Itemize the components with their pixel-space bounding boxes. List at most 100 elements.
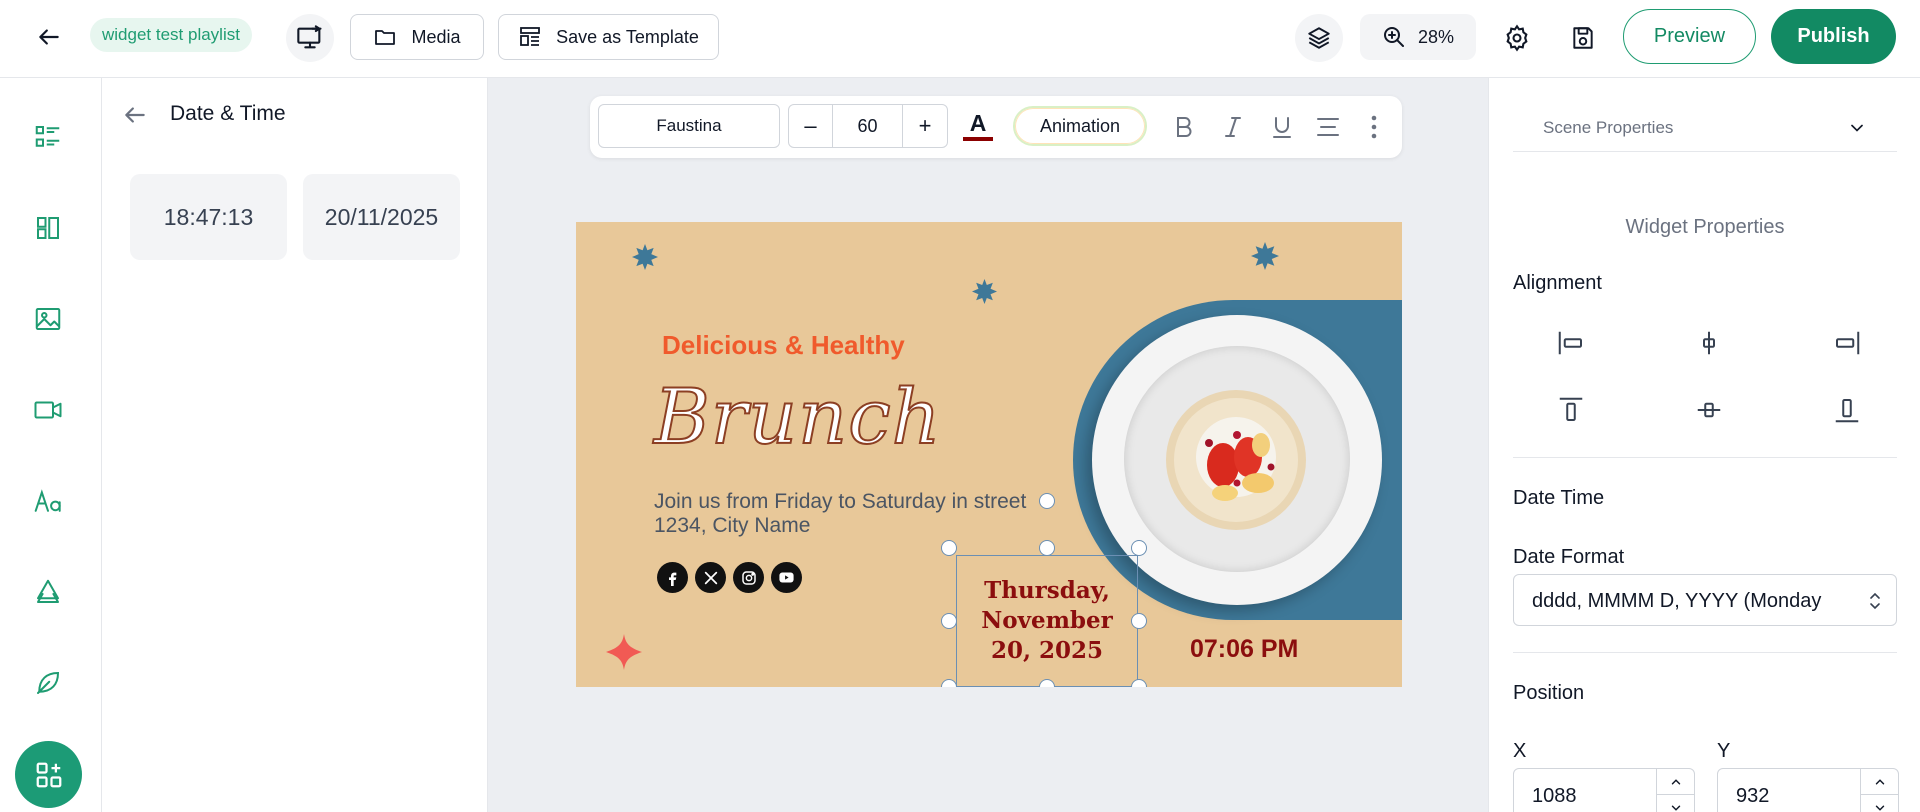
rail-item-images[interactable] [27, 298, 69, 340]
rotate-handle[interactable] [1039, 493, 1055, 509]
align-left-icon [1558, 331, 1582, 355]
resize-handle-right[interactable] [1131, 613, 1147, 629]
divider [1513, 457, 1897, 458]
clock-widget-text[interactable]: 07:06 PM [1190, 635, 1298, 664]
rail-item-shapes[interactable] [27, 571, 69, 613]
align-top-icon [1559, 397, 1583, 421]
align-top-button[interactable] [1554, 393, 1588, 427]
save-as-template-label: Save as Template [556, 26, 699, 47]
align-center-horizontal-button[interactable] [1692, 326, 1726, 360]
save-button[interactable] [1559, 14, 1607, 62]
rail-item-video[interactable] [27, 389, 69, 431]
select-arrows-icon [1870, 592, 1880, 610]
design-heading[interactable]: Delicious & Healthy [662, 330, 905, 361]
social-icons[interactable] [657, 562, 802, 593]
invite-line-2: 1234, City Name [654, 514, 811, 537]
y-value: 932 [1736, 785, 1770, 807]
resize-handle-top-right[interactable] [1131, 540, 1147, 556]
date-format-select[interactable]: dddd, MMMM D, YYYY (Monday [1513, 574, 1897, 626]
chevron-down-icon [1875, 805, 1884, 811]
screen-share-button[interactable] [286, 14, 334, 62]
instagram-icon [733, 562, 764, 593]
align-middle-button[interactable] [1692, 393, 1726, 427]
layers-button[interactable] [1295, 14, 1343, 62]
y-decrement-button[interactable] [1861, 795, 1898, 812]
settings-button[interactable] [1493, 14, 1541, 62]
panel-back-button[interactable] [118, 98, 152, 132]
rail-item-layout[interactable] [27, 207, 69, 249]
underline-icon [1273, 117, 1291, 138]
align-bottom-icon [1835, 399, 1859, 423]
more-vertical-icon [1371, 115, 1377, 139]
playlist-chip[interactable]: widget test playlist [90, 18, 252, 52]
align-bottom-button[interactable] [1830, 393, 1864, 427]
animation-button[interactable]: Animation [1013, 106, 1147, 146]
sparkle-decoration-icon [606, 634, 642, 670]
properties-panel: Scene Properties Widget Properties Align… [1488, 78, 1920, 812]
italic-button[interactable] [1215, 108, 1251, 146]
zoom-control[interactable]: 28% [1360, 14, 1476, 60]
list-icon [35, 126, 60, 147]
x-decrement-button[interactable] [1657, 795, 1694, 812]
align-right-button[interactable] [1830, 326, 1864, 360]
zoom-level: 28% [1417, 26, 1455, 47]
back-button[interactable] [24, 12, 74, 62]
x-increment-button[interactable] [1657, 769, 1694, 795]
time-widget-option[interactable]: 18:47:13 [130, 174, 287, 260]
save-as-template-button[interactable]: Save as Template [498, 14, 719, 60]
apps-add-icon [36, 762, 61, 787]
text-color-glyph: A [969, 109, 987, 136]
text-color-button[interactable]: A [960, 106, 996, 146]
monitor-share-icon [297, 25, 322, 49]
invite-text[interactable]: Join us from Friday to Saturday in stree… [654, 490, 1074, 538]
align-left-button[interactable] [1554, 326, 1588, 360]
align-middle-icon [1697, 402, 1721, 418]
rail-item-list[interactable] [27, 116, 69, 158]
date-widget-selected[interactable]: Thursday, November 20, 2025 [956, 555, 1138, 687]
resize-handle-left[interactable] [941, 613, 957, 629]
scene-properties-toggle[interactable]: Scene Properties [1513, 104, 1897, 152]
resize-handle-top-left[interactable] [941, 540, 957, 556]
font-size-value[interactable]: 60 [833, 105, 903, 147]
underline-button[interactable] [1264, 108, 1300, 146]
zoom-in-icon [1383, 27, 1404, 47]
gear-icon [1506, 24, 1528, 52]
align-center-horizontal-icon [1703, 331, 1715, 355]
design-canvas[interactable]: Delicious & Healthy Brunch Join us from … [576, 222, 1402, 687]
star-decoration-icon [1251, 242, 1279, 270]
position-title: Position [1513, 682, 1585, 704]
layout-icon [37, 217, 59, 239]
font-size-increase-button[interactable]: + [903, 105, 947, 147]
x-icon [695, 562, 726, 593]
y-increment-button[interactable] [1861, 769, 1898, 795]
y-input[interactable]: 932 [1717, 768, 1899, 812]
arrow-left-icon [39, 29, 59, 45]
rail-item-text[interactable] [27, 480, 69, 522]
resize-handle-bottom-left[interactable] [941, 679, 957, 687]
floppy-disk-icon [1573, 27, 1593, 49]
chevron-up-icon [1671, 778, 1680, 784]
resize-handle-top[interactable] [1039, 540, 1055, 556]
chevron-up-icon [1875, 778, 1884, 784]
panel-title: Date & Time [170, 102, 286, 125]
font-size-decrease-button[interactable]: – [789, 105, 833, 147]
align-text-button[interactable] [1310, 108, 1346, 146]
alignment-title: Alignment [1513, 272, 1602, 294]
video-icon [34, 401, 62, 419]
date-widget-option[interactable]: 20/11/2025 [303, 174, 460, 260]
font-family-select[interactable]: Faustina [598, 104, 780, 148]
rail-item-leaf[interactable] [27, 662, 69, 704]
preview-button[interactable]: Preview [1623, 9, 1756, 64]
bold-button[interactable] [1166, 108, 1202, 146]
x-input[interactable]: 1088 [1513, 768, 1695, 812]
more-options-button[interactable] [1356, 108, 1392, 146]
add-app-button[interactable] [15, 741, 82, 808]
date-format-label: Date Format [1513, 546, 1625, 568]
publish-button[interactable]: Publish [1771, 9, 1896, 64]
design-title[interactable]: Brunch [653, 371, 942, 462]
text-color-swatch [963, 136, 993, 141]
resize-handle-bottom-right[interactable] [1131, 679, 1147, 687]
folder-icon [375, 30, 396, 45]
media-button[interactable]: Media [350, 14, 484, 60]
font-size-stepper: – 60 + [788, 104, 948, 148]
